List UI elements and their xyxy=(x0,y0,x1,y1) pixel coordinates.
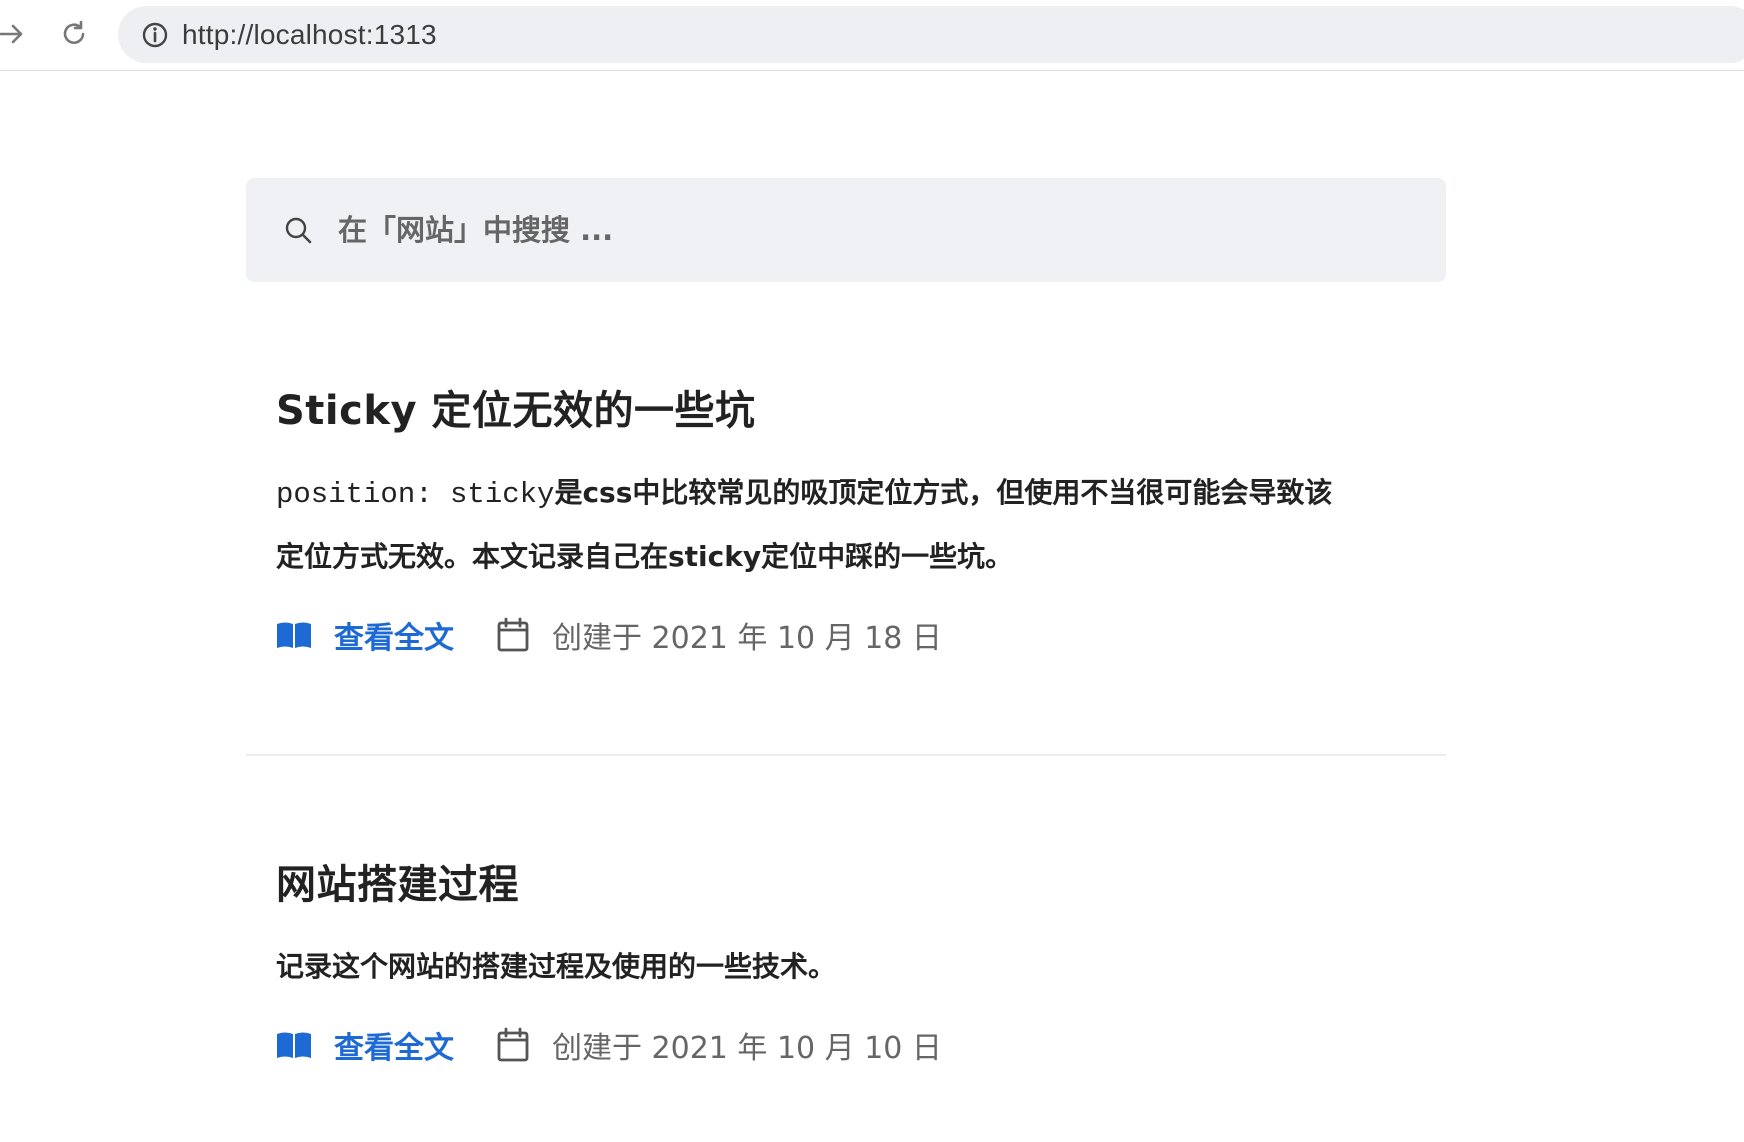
read-more-label: 查看全文 xyxy=(334,1031,454,1066)
post-summary: position: sticky是css中比较常见的吸顶定位方式，但使用不当很可… xyxy=(276,462,1426,588)
read-more-link[interactable]: 查看全文 xyxy=(276,613,454,657)
post-date: 创建于 2021 年 10 月 10 日 xyxy=(496,1023,942,1067)
read-more-label: 查看全文 xyxy=(334,621,454,656)
book-icon xyxy=(276,621,312,649)
post-divider xyxy=(246,754,1446,756)
read-more-link[interactable]: 查看全文 xyxy=(276,1023,454,1067)
summary-code: position: sticky xyxy=(276,478,555,511)
calendar-icon xyxy=(496,617,530,653)
reload-icon xyxy=(59,19,89,49)
date-label: 创建于 2021 年 10 月 10 日 xyxy=(552,1031,942,1066)
post-title[interactable]: 网站搭建过程 xyxy=(276,852,1426,910)
search-input[interactable] xyxy=(336,199,1390,261)
reload-button[interactable] xyxy=(56,16,92,52)
summary-text: 记录这个网站的搭建过程及使用的一些技术。 xyxy=(276,950,837,983)
browser-toolbar: http://localhost:1313 xyxy=(0,0,1744,71)
info-icon[interactable] xyxy=(140,20,170,50)
calendar-icon xyxy=(496,1027,530,1063)
search-box[interactable] xyxy=(246,178,1446,282)
forward-button[interactable] xyxy=(0,16,30,52)
book-icon xyxy=(276,1031,312,1059)
post-item: 网站搭建过程 记录这个网站的搭建过程及使用的一些技术。 查看全文 创建于 202… xyxy=(276,852,1426,1070)
search-icon xyxy=(282,214,314,246)
post-title[interactable]: Sticky 定位无效的一些坑 xyxy=(276,378,1426,436)
post-meta: 查看全文 创建于 2021 年 10 月 10 日 xyxy=(276,1020,1426,1070)
arrow-right-icon xyxy=(0,19,27,49)
address-bar[interactable]: http://localhost:1313 xyxy=(118,6,1744,63)
post-summary: 记录这个网站的搭建过程及使用的一些技术。 xyxy=(276,936,1426,998)
post-item: Sticky 定位无效的一些坑 position: sticky是css中比较常… xyxy=(276,378,1426,660)
summary-text: 是css中比较常见的吸顶定位方式，但使用不当很可能会导致该 xyxy=(554,476,1333,509)
post-meta: 查看全文 创建于 2021 年 10 月 18 日 xyxy=(276,610,1426,660)
date-label: 创建于 2021 年 10 月 18 日 xyxy=(552,621,942,656)
summary-text: 定位方式无效。本文记录自己在sticky定位中踩的一些坑。 xyxy=(276,540,1014,573)
url-text[interactable]: http://localhost:1313 xyxy=(182,19,437,51)
post-date: 创建于 2021 年 10 月 18 日 xyxy=(496,613,942,657)
